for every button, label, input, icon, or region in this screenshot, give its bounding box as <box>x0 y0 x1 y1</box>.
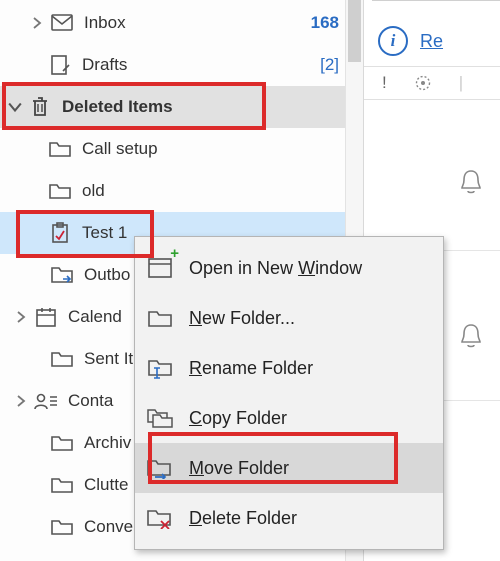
folder-context-menu: + Open in New Window New Folder... Renam… <box>134 236 444 550</box>
drafts-icon <box>48 53 72 77</box>
folder-call-setup[interactable]: Call setup <box>0 128 363 170</box>
folder-label: Deleted Items <box>56 97 363 117</box>
folder-move-icon <box>145 453 175 483</box>
menu-label: Rename Folder <box>189 358 313 379</box>
info-icon[interactable]: i <box>378 26 408 56</box>
chevron-right-icon <box>28 14 46 32</box>
folder-old[interactable]: old <box>0 170 363 212</box>
chevron-right-icon <box>12 308 30 326</box>
menu-open-new-window[interactable]: + Open in New Window <box>135 243 443 293</box>
menu-label: Delete Folder <box>189 508 297 529</box>
reminder-column-icon[interactable] <box>413 73 433 93</box>
folder-inbox[interactable]: Inbox 168 <box>0 2 363 44</box>
menu-label: New Folder... <box>189 308 295 329</box>
folder-drafts[interactable]: Drafts [2] <box>0 44 363 86</box>
bell-icon[interactable] <box>458 322 488 352</box>
scroll-thumb[interactable] <box>348 0 361 62</box>
folder-rename-icon <box>145 353 175 383</box>
folder-icon <box>50 347 74 371</box>
menu-delete-folder[interactable]: Delete Folder <box>135 493 443 543</box>
menu-label: Copy Folder <box>189 408 287 429</box>
folder-icon <box>50 515 74 539</box>
bell-icon[interactable] <box>458 168 488 198</box>
folder-icon <box>145 303 175 333</box>
folder-icon <box>48 137 72 161</box>
menu-new-folder[interactable]: New Folder... <box>135 293 443 343</box>
folder-icon <box>48 179 72 203</box>
folder-icon <box>50 473 74 497</box>
importance-column[interactable]: ! <box>382 73 387 93</box>
chevron-down-icon <box>6 98 24 116</box>
menu-label: Open in New Window <box>189 258 362 279</box>
contacts-icon <box>34 389 58 413</box>
folder-label: Inbox <box>78 13 307 33</box>
trash-icon <box>28 95 52 119</box>
menu-copy-folder[interactable]: Copy Folder <box>135 393 443 443</box>
folder-copy-icon <box>145 403 175 433</box>
menu-label: Move Folder <box>189 458 289 479</box>
folder-icon <box>50 431 74 455</box>
folder-label: Drafts <box>76 55 316 75</box>
mail-icon <box>50 11 74 35</box>
menu-move-folder[interactable]: Move Folder <box>135 443 443 493</box>
chevron-right-icon <box>12 392 30 410</box>
column-divider: | <box>459 73 463 93</box>
calendar-icon <box>34 305 58 329</box>
clipboard-icon <box>48 221 72 245</box>
menu-rename-folder[interactable]: Rename Folder <box>135 343 443 393</box>
folder-delete-icon <box>145 503 175 533</box>
folder-label: old <box>76 181 363 201</box>
folder-label: Call setup <box>76 139 363 159</box>
info-link[interactable]: Re <box>420 31 443 52</box>
folder-deleted-items[interactable]: Deleted Items <box>0 86 363 128</box>
window-icon: + <box>145 253 175 283</box>
outbox-icon <box>50 263 74 287</box>
message-list-header[interactable]: ! | <box>364 66 500 100</box>
